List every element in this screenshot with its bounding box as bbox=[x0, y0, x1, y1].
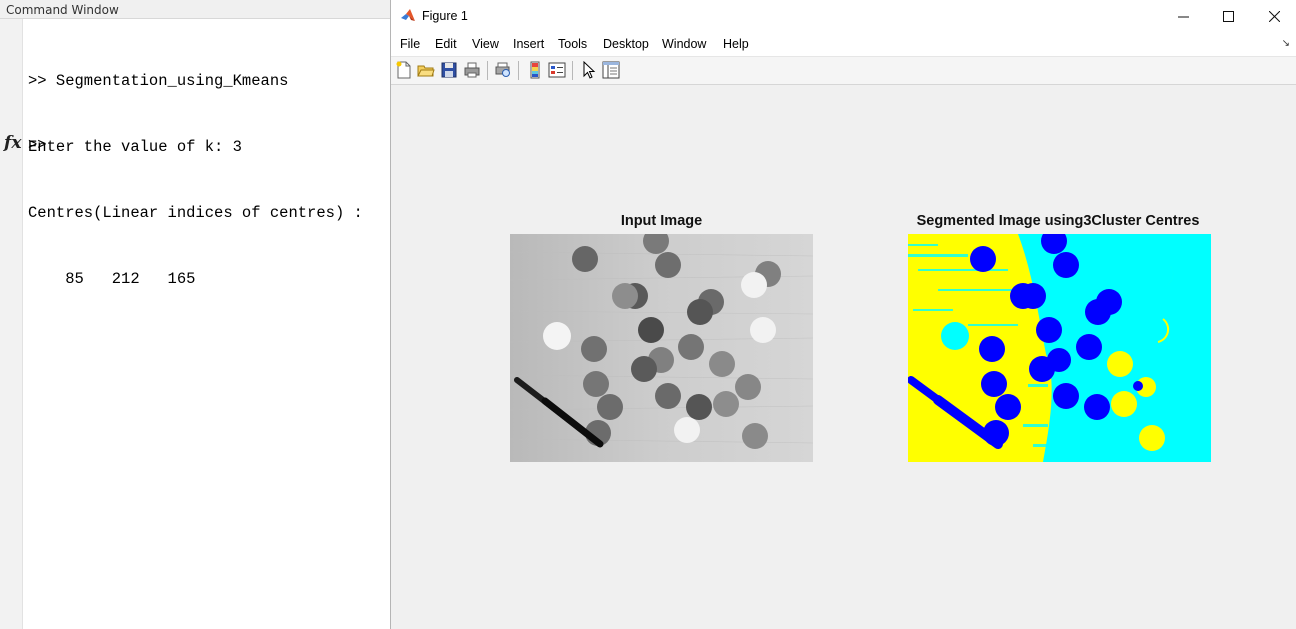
pointer-icon[interactable] bbox=[580, 61, 598, 79]
minimize-icon bbox=[1177, 16, 1189, 18]
print-preview-icon[interactable] bbox=[494, 61, 512, 79]
output-line: Enter the value of k: 3 bbox=[28, 138, 242, 156]
menu-desktop[interactable]: Desktop bbox=[603, 37, 649, 51]
segmented-image[interactable] bbox=[908, 234, 1211, 462]
menu-window[interactable]: Window bbox=[662, 37, 706, 51]
legend-icon[interactable] bbox=[548, 61, 566, 79]
menu-help[interactable]: Help bbox=[723, 37, 749, 51]
output-line: 85 212 165 bbox=[28, 270, 196, 288]
toolbar-separator bbox=[572, 61, 573, 80]
figure-menubar: File Edit View Insert Tools Desktop Wind… bbox=[391, 33, 1296, 57]
menu-view[interactable]: View bbox=[472, 37, 499, 51]
maximize-icon bbox=[1222, 11, 1234, 22]
output-line: >> Segmentation_using_Kmeans bbox=[28, 72, 289, 90]
save-icon[interactable] bbox=[440, 61, 458, 79]
command-output: >> Segmentation_using_Kmeans Enter the v… bbox=[28, 26, 363, 334]
figure-window: Figure 1 File Edit View Insert Tools Des… bbox=[390, 0, 1296, 629]
menubar-dock-arrow-icon[interactable]: ↘ bbox=[1282, 38, 1290, 49]
maximize-button[interactable] bbox=[1205, 0, 1251, 33]
close-button[interactable] bbox=[1251, 0, 1296, 33]
figure-title: Figure 1 bbox=[422, 9, 468, 23]
command-prompt[interactable]: >> bbox=[28, 136, 47, 154]
minimize-button[interactable] bbox=[1160, 0, 1206, 33]
property-editor-icon[interactable] bbox=[602, 61, 620, 79]
segmented-image-canvas bbox=[908, 234, 1211, 462]
command-window-gutter bbox=[0, 19, 23, 629]
print-icon[interactable] bbox=[463, 61, 481, 79]
command-window[interactable]: Command Window >> Segmentation_using_Kme… bbox=[0, 0, 392, 629]
toolbar-separator bbox=[487, 61, 488, 80]
menu-edit[interactable]: Edit bbox=[435, 37, 457, 51]
input-image[interactable] bbox=[510, 234, 813, 462]
toolbar-separator bbox=[518, 61, 519, 80]
input-image-title: Input Image bbox=[620, 213, 703, 229]
function-browser-icon[interactable]: fx bbox=[4, 133, 21, 153]
input-image-canvas bbox=[510, 234, 813, 462]
open-file-icon[interactable] bbox=[417, 61, 435, 79]
segmented-image-title: Segmented Image using3Cluster Centres bbox=[916, 213, 1200, 229]
output-line: Centres(Linear indices of centres) : bbox=[28, 204, 363, 222]
figure-toolbar bbox=[391, 57, 1296, 85]
colorbar-icon[interactable] bbox=[526, 61, 544, 79]
new-figure-icon[interactable] bbox=[395, 61, 413, 79]
menu-file[interactable]: File bbox=[400, 37, 420, 51]
command-window-title: Command Window bbox=[0, 0, 392, 19]
menu-insert[interactable]: Insert bbox=[513, 37, 544, 51]
menu-tools[interactable]: Tools bbox=[558, 37, 587, 51]
matlab-logo-icon bbox=[401, 9, 415, 21]
figure-titlebar[interactable]: Figure 1 bbox=[391, 0, 1296, 33]
close-icon bbox=[1268, 11, 1280, 22]
